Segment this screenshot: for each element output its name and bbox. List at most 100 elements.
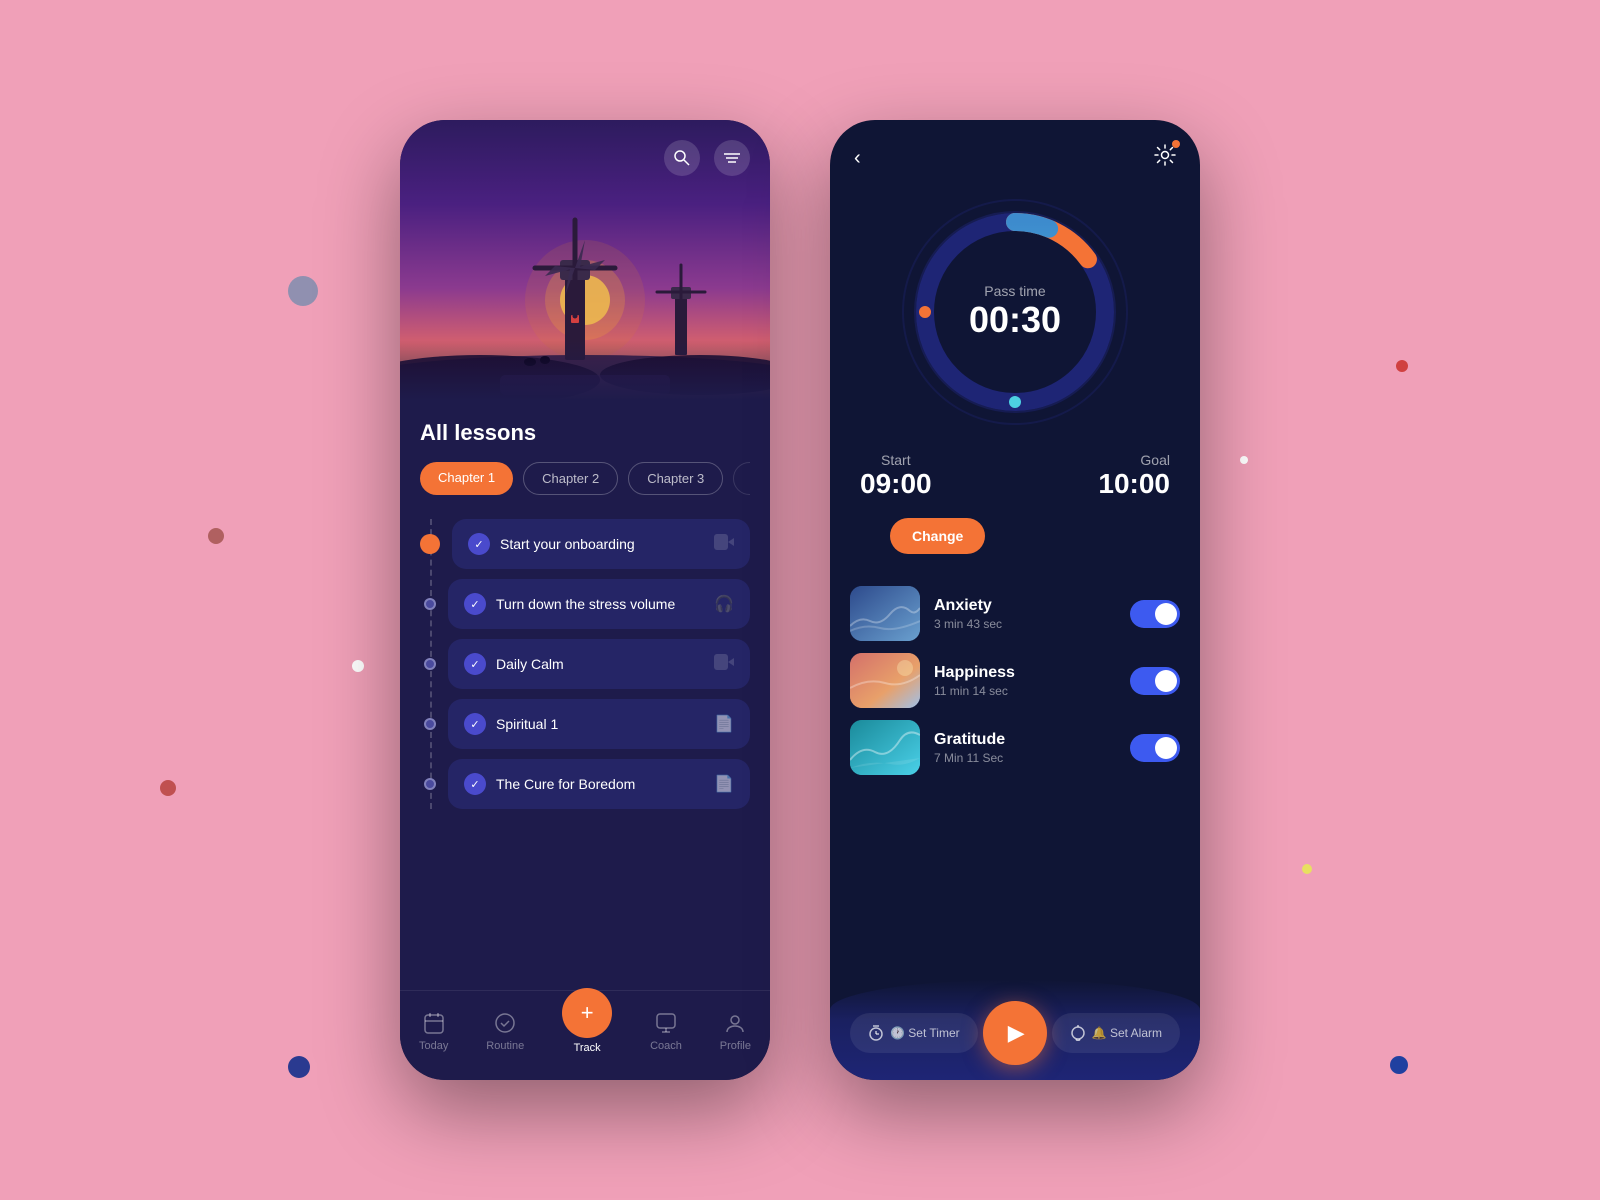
nav-routine[interactable]: Routine [486, 1010, 524, 1052]
hero-icons [664, 140, 750, 176]
lesson-left: ✓ Turn down the stress volume [464, 593, 675, 615]
phone-lessons: All lessons Chapter 1 Chapter 2 Chapter … [400, 120, 770, 1080]
phone2-header: ‹ [830, 120, 1200, 172]
timeline-dot [424, 718, 436, 730]
headphones-icon: 🎧 [714, 594, 734, 614]
decorative-dot [1240, 456, 1248, 464]
video-icon [714, 534, 734, 555]
timer-display: 00:30 [969, 299, 1061, 341]
list-item: ✓ Start your onboarding [420, 519, 750, 569]
decorative-dot [1302, 864, 1312, 874]
timer-circle-wrapper: Pass time 00:30 [895, 192, 1135, 432]
lesson-card[interactable]: ✓ The Cure for Boredom 📄 [448, 759, 750, 809]
settings-button[interactable] [1154, 144, 1176, 172]
timeline-dot [424, 778, 436, 790]
lesson-title: Daily Calm [496, 656, 564, 672]
decorative-dot [160, 780, 176, 796]
lesson-left: ✓ Spiritual 1 [464, 713, 558, 735]
decorative-dot [1396, 360, 1408, 372]
document-icon: 📄 [714, 714, 734, 734]
phones-container: All lessons Chapter 1 Chapter 2 Chapter … [400, 120, 1200, 1080]
check-icon: ✓ [464, 653, 486, 675]
lessons-list: ✓ Start your onboarding ✓ Turn [420, 519, 750, 809]
decorative-dot [1390, 1056, 1408, 1074]
change-button[interactable]: Change [890, 518, 985, 554]
settings-badge [1172, 140, 1180, 148]
nav-label: Routine [486, 1040, 524, 1052]
happiness-duration: 11 min 14 sec [934, 684, 1116, 698]
phone-timer: ‹ [830, 120, 1200, 1080]
nav-coach[interactable]: Coach [650, 1010, 682, 1052]
happiness-thumbnail [850, 653, 920, 708]
anxiety-thumbnail [850, 586, 920, 641]
set-timer-button[interactable]: 🕐 Set Timer [850, 1013, 978, 1053]
list-item: ✓ Turn down the stress volume 🎧 [420, 579, 750, 629]
start-label: Start [860, 452, 932, 468]
lessons-content: All lessons Chapter 1 Chapter 2 Chapter … [400, 400, 770, 829]
nav-track[interactable]: + Track [562, 1008, 612, 1054]
start-block: Start 09:00 [860, 452, 932, 500]
play-button[interactable]: ▶ [983, 1001, 1047, 1065]
lesson-card[interactable]: ✓ Start your onboarding [452, 519, 750, 569]
check-icon: ✓ [464, 713, 486, 735]
anxiety-duration: 3 min 43 sec [934, 617, 1116, 631]
lesson-left: ✓ The Cure for Boredom [464, 773, 635, 795]
play-controls: 🕐 Set Timer ▶ 🔔 Set Alarm [830, 1001, 1200, 1065]
goal-block: Goal 10:00 [1098, 452, 1170, 500]
decorative-dot [288, 1056, 310, 1078]
meditation-list: Anxiety 3 min 43 sec Happiness 11 min 14… [830, 570, 1200, 791]
nav-label: Today [419, 1040, 448, 1052]
lesson-title: Turn down the stress volume [496, 596, 675, 612]
set-alarm-button[interactable]: 🔔 Set Alarm [1052, 1013, 1180, 1053]
document-icon: 📄 [714, 774, 734, 794]
list-item: ✓ Daily Calm [420, 639, 750, 689]
nav-today[interactable]: Today [419, 1010, 448, 1052]
toggle-knob [1155, 603, 1177, 625]
decorative-dot [352, 660, 364, 672]
list-item: Anxiety 3 min 43 sec [850, 586, 1180, 641]
lesson-title: The Cure for Boredom [496, 776, 635, 792]
gratitude-toggle[interactable] [1130, 734, 1180, 762]
happiness-toggle[interactable] [1130, 667, 1180, 695]
decorative-dot [288, 276, 318, 306]
lesson-left: ✓ Daily Calm [464, 653, 564, 675]
chapter-tab-4[interactable]: Cha... [733, 462, 750, 495]
back-button[interactable]: ‹ [854, 147, 861, 170]
timeline-dot [420, 534, 440, 554]
happiness-title: Happiness [934, 664, 1116, 682]
check-icon: ✓ [464, 593, 486, 615]
coach-icon [653, 1010, 679, 1036]
chapter-tab-2[interactable]: Chapter 2 [523, 462, 618, 495]
goal-label: Goal [1098, 452, 1170, 468]
lesson-title: Spiritual 1 [496, 716, 558, 732]
lesson-card[interactable]: ✓ Turn down the stress volume 🎧 [448, 579, 750, 629]
nav-label: Track [574, 1042, 601, 1054]
nav-profile[interactable]: Profile [720, 1010, 751, 1052]
chapter-tab-3[interactable]: Chapter 3 [628, 462, 723, 495]
chapter-tab-1[interactable]: Chapter 1 [420, 462, 513, 495]
track-icon: + [562, 988, 612, 1038]
decorative-dot [208, 528, 224, 544]
lesson-card[interactable]: ✓ Spiritual 1 📄 [448, 699, 750, 749]
filter-button[interactable] [714, 140, 750, 176]
nav-label: Coach [650, 1040, 682, 1052]
search-button[interactable] [664, 140, 700, 176]
gratitude-title: Gratitude [934, 731, 1116, 749]
timeline-dot [424, 658, 436, 670]
anxiety-title: Anxiety [934, 597, 1116, 615]
lesson-card[interactable]: ✓ Daily Calm [448, 639, 750, 689]
set-alarm-label: 🔔 Set Alarm [1092, 1026, 1162, 1040]
routine-icon [492, 1010, 518, 1036]
start-value: 09:00 [860, 468, 932, 500]
lessons-title: All lessons [420, 420, 750, 446]
change-button-wrapper: Change [830, 510, 1200, 570]
gratitude-info: Gratitude 7 Min 11 Sec [934, 731, 1116, 765]
goal-value: 10:00 [1098, 468, 1170, 500]
toggle-knob [1155, 737, 1177, 759]
play-icon: ▶ [1008, 1020, 1025, 1046]
set-timer-label: 🕐 Set Timer [890, 1026, 960, 1040]
lesson-left: ✓ Start your onboarding [468, 533, 635, 555]
toggle-knob [1155, 670, 1177, 692]
list-item: ✓ The Cure for Boredom 📄 [420, 759, 750, 809]
anxiety-toggle[interactable] [1130, 600, 1180, 628]
